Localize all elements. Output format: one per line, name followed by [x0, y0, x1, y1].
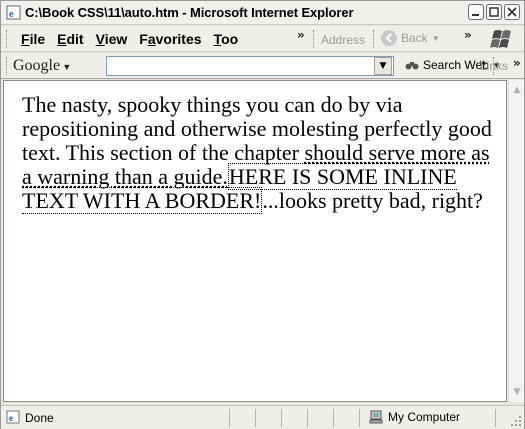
binoculars-icon: [405, 62, 419, 70]
status-divider: [359, 409, 360, 427]
windows-logo-icon: [490, 30, 511, 48]
menu-bar: File Edit View Favorites Too » Address B…: [1, 26, 524, 52]
minimize-button[interactable]: [468, 4, 484, 20]
back-dropdown-icon[interactable]: ▼: [432, 34, 440, 43]
scroll-up-icon[interactable]: ▲: [511, 84, 523, 96]
status-divider: [255, 409, 256, 427]
scroll-down-icon[interactable]: ▼: [511, 386, 523, 398]
resize-grip-icon[interactable]: [510, 415, 522, 427]
menu-overflow-chevron[interactable]: »: [297, 28, 305, 42]
menu-view[interactable]: View: [90, 30, 134, 48]
address-label: Address: [321, 33, 366, 47]
google-menu-button[interactable]: Google ▼: [13, 57, 71, 75]
toolbar-overflow-chevron[interactable]: »: [464, 28, 472, 42]
toolbar-grip[interactable]: [6, 30, 9, 48]
status-divider: [333, 409, 334, 427]
menu-favorites[interactable]: Favorites: [133, 30, 207, 48]
status-text: Done: [25, 411, 54, 425]
vertical-scrollbar[interactable]: ▲ ▼: [508, 80, 524, 402]
security-zone: My Computer: [369, 410, 460, 424]
toolbar-grip[interactable]: [313, 30, 316, 48]
menu-tools[interactable]: Too: [208, 30, 245, 48]
chevron-down-icon: ▼: [379, 61, 387, 71]
chevron-down-icon: ▼: [60, 62, 72, 72]
google-search-dropdown[interactable]: ▼: [374, 57, 392, 75]
svg-text:e: e: [9, 9, 14, 20]
links-overflow-chevron[interactable]: »: [513, 56, 521, 70]
status-divider: [307, 409, 308, 427]
status-divider: [495, 409, 496, 427]
maximize-icon: [489, 7, 499, 17]
browser-window: e C:\Book CSS\11\auto.htm - Microsoft In…: [0, 0, 525, 429]
links-label[interactable]: Links: [480, 59, 508, 73]
status-divider: [229, 409, 230, 427]
window-title: C:\Book CSS\11\auto.htm - Microsoft Inte…: [25, 5, 354, 20]
google-toolbar: Google ▼ ▼ Search Web ▼ » Links »: [1, 53, 524, 79]
toolbar-grip[interactable]: [373, 30, 376, 48]
title-bar: e C:\Book CSS\11\auto.htm - Microsoft In…: [1, 1, 524, 25]
ie-page-icon: e: [6, 5, 21, 20]
close-button[interactable]: [504, 4, 520, 20]
toolbar-grip[interactable]: [6, 57, 9, 75]
back-arrow-icon: [381, 30, 397, 46]
close-icon: [507, 7, 517, 17]
status-divider: [281, 409, 282, 427]
minimize-icon: [472, 14, 479, 16]
google-search-input[interactable]: [106, 56, 394, 76]
back-button[interactable]: Back ▼: [381, 30, 440, 46]
menu-file[interactable]: File: [15, 30, 51, 48]
status-bar: e Done My Computer: [1, 405, 524, 429]
menu-edit[interactable]: Edit: [51, 30, 89, 48]
svg-text:e: e: [9, 413, 13, 423]
page-content[interactable]: The nasty, spooky things you can do by v…: [3, 80, 507, 402]
page-paragraph: The nasty, spooky things you can do by v…: [22, 92, 492, 214]
page-done-icon: e: [6, 410, 20, 424]
maximize-button[interactable]: [486, 4, 502, 20]
my-computer-icon: [369, 410, 383, 424]
